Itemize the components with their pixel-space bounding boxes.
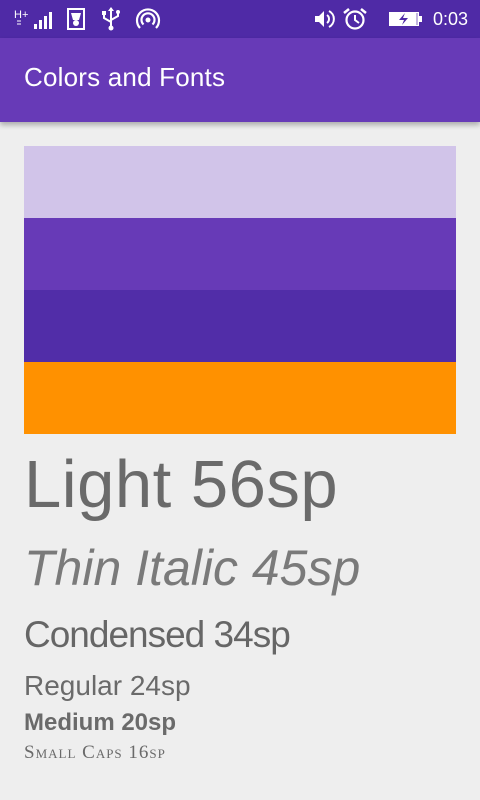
signal-icon: H+: [14, 7, 56, 31]
font-sample-medium: Medium 20sp: [24, 709, 177, 736]
svg-text:H+: H+: [14, 9, 28, 21]
swatch-primary: [24, 218, 456, 290]
swatch-light-primary: [24, 146, 456, 218]
status-bar: H+ 0:03: [0, 0, 480, 38]
alarm-icon: [342, 7, 368, 31]
app-bar: Colors and Fonts: [0, 38, 480, 122]
font-sample-small-caps: Small Caps 16sp: [24, 742, 166, 763]
battery-charging-icon: [388, 7, 424, 31]
font-sample-regular: Regular 24sp: [24, 670, 191, 701]
font-sample-condensed: Condensed 34sp: [24, 614, 291, 655]
app-title: Colors and Fonts: [24, 62, 226, 92]
font-sample-light: Light 56sp: [24, 447, 339, 522]
sim-icon: [66, 7, 86, 31]
swatch-accent: [24, 362, 456, 434]
font-sample-thin-italic: Thin Italic 45sp: [24, 540, 361, 596]
hotspot-icon: [135, 7, 161, 31]
volume-icon: [313, 7, 337, 31]
status-clock: 0:03: [432, 9, 468, 29]
swatch-dark-primary: [24, 290, 456, 362]
usb-icon: [100, 7, 122, 31]
color-swatches: [24, 146, 456, 434]
